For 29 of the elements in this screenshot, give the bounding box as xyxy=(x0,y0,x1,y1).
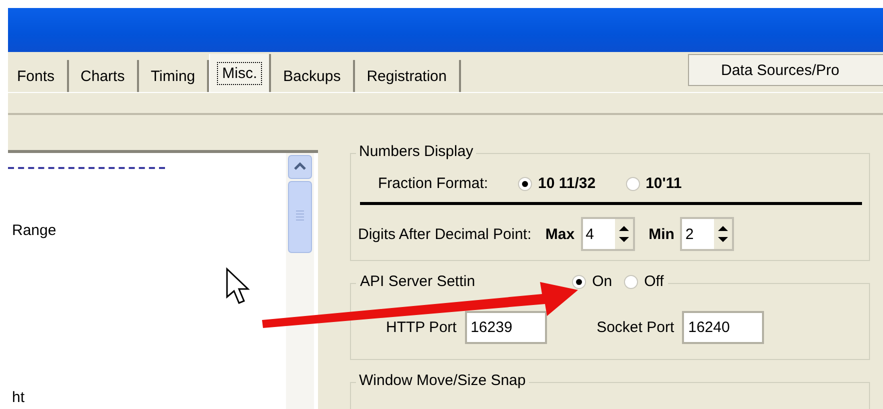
field-label: Fraction Format: xyxy=(378,175,488,192)
spin-arrows-icon xyxy=(614,219,633,249)
group-title: Numbers Display xyxy=(356,143,476,160)
port-field[interactable]: 16239 xyxy=(464,311,547,344)
port-field[interactable]: 16240 xyxy=(682,311,764,344)
list-item[interactable]: ht xyxy=(8,389,286,406)
radio-button[interactable]: 10 11/32 xyxy=(518,175,596,192)
field-label: Digits After Decimal Point: xyxy=(358,226,532,242)
field-label: HTTP Port xyxy=(386,319,457,336)
group-title: API Server Settin xyxy=(360,273,476,290)
tab[interactable]: Charts xyxy=(68,60,139,92)
scrollbar[interactable] xyxy=(286,153,314,409)
group-title: Window Move/Size Snap xyxy=(356,372,529,389)
field-label: Min xyxy=(648,226,674,242)
radio-button[interactable]: 10'11 xyxy=(626,175,682,192)
scroll-thumb-icon xyxy=(288,181,312,253)
spin-field[interactable]: 2 xyxy=(680,217,734,251)
tab[interactable]: Registration xyxy=(354,60,461,92)
field-label: Max xyxy=(545,226,575,242)
field-label: Socket Port xyxy=(596,319,674,336)
tab[interactable]: Misc. xyxy=(209,54,272,92)
spin-field[interactable]: 4 xyxy=(580,217,635,251)
radio-button[interactable]: On xyxy=(572,273,612,290)
scroll-up-icon xyxy=(288,155,312,179)
spin-arrows-icon xyxy=(714,219,732,249)
data-sources-button[interactable]: Data Sources/Pro xyxy=(688,54,883,86)
radio-button[interactable]: Off xyxy=(624,273,664,290)
tab[interactable]: Timing xyxy=(138,60,210,92)
list-item[interactable]: Range xyxy=(8,222,286,239)
